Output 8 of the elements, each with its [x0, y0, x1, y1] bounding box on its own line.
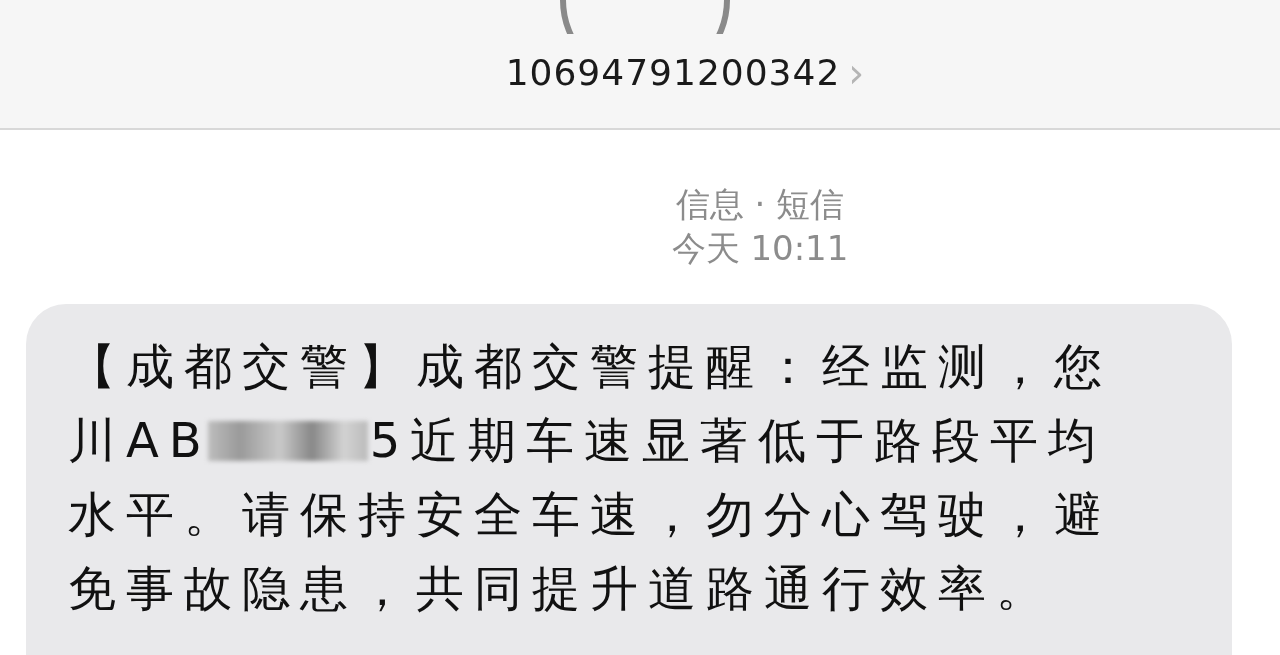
message-text: 【成都交警】成都交警提醒：经监测，您 [68, 337, 1112, 396]
message-text: 免事故隐患，共同提升道路通行效率。 [68, 559, 1054, 618]
message-text: 川AB [68, 411, 212, 470]
sender-number[interactable]: 10694791200342 [505, 52, 841, 93]
message-text: 水平。请保持安全车速，勿分心驾驶，避 [68, 485, 1112, 544]
message-service-label: 信息 · 短信 [675, 183, 845, 226]
message-text: 5近期车速显著低于路段平均 [369, 411, 1107, 470]
message-timestamp: 今天 10:11 [671, 227, 849, 270]
